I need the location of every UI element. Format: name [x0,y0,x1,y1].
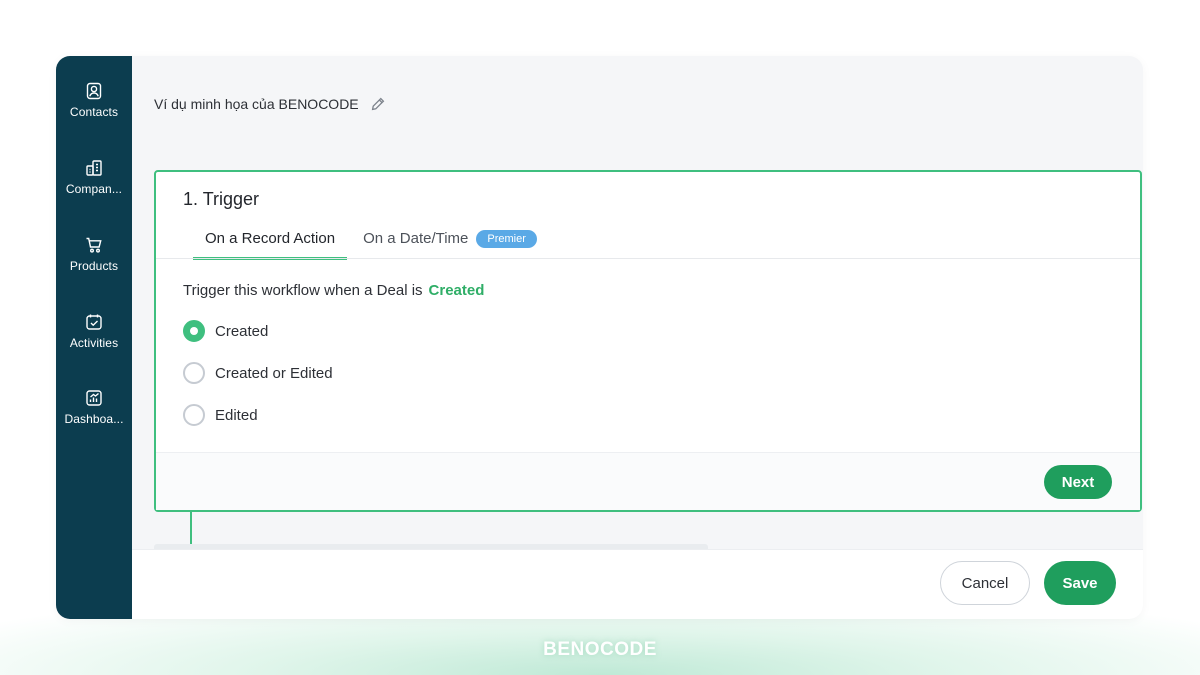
app-window: Contacts Compan... Products Activities D… [56,56,1143,619]
radio-option-created-or-edited[interactable]: Created or Edited [183,362,333,384]
building-icon [86,160,102,176]
sidebar-item-label: Contacts [69,105,119,119]
radio-label: Created [215,322,269,340]
sidebar-item-label: Compan... [65,182,123,196]
calendar-check-icon [86,314,102,330]
radio-option-created[interactable]: Created [183,320,268,342]
sidebar-item-activities[interactable]: Activities [56,313,132,350]
trigger-card-footer: Next [156,452,1140,510]
sidebar-item-label: Dashboa... [64,412,124,426]
benocode-watermark: BENOCODE [543,639,657,660]
sidebar-item-dashboards[interactable]: Dashboa... [56,389,132,426]
pencil-icon[interactable] [370,96,386,112]
trigger-tabs: On a Record Action On a Date/Time Premie… [193,220,537,260]
sidebar: Contacts Compan... Products Activities D… [56,56,132,619]
sidebar-item-label: Products [69,259,119,273]
save-button[interactable]: Save [1044,561,1116,605]
tab-divider [156,258,1140,259]
premier-badge: Premier [476,229,537,248]
cancel-button[interactable]: Cancel [940,561,1030,605]
radio-button[interactable] [183,320,205,342]
cart-icon [86,237,102,253]
step-connector [190,512,192,546]
action-bar: Cancel Save [132,549,1143,619]
main-content: Ví dụ minh họa của BENOCODE 1. Trigger O… [132,56,1143,619]
radio-button[interactable] [183,404,205,426]
tab-record-action[interactable]: On a Record Action [193,220,348,260]
radio-button[interactable] [183,362,205,384]
tab-date-time[interactable]: On a Date/Time Premier [363,220,537,260]
trigger-title: 1. Trigger [183,189,260,209]
sidebar-item-contacts[interactable]: Contacts [56,82,132,119]
trigger-selected-value: Created [428,282,485,299]
sidebar-item-companies[interactable]: Compan... [56,159,132,196]
next-button[interactable]: Next [1044,465,1112,499]
contact-icon [86,82,102,100]
trigger-description: Trigger this workflow when a Deal is Crea… [183,282,484,299]
radio-option-edited[interactable]: Edited [183,404,258,426]
page-title-row: Ví dụ minh họa của BENOCODE [154,96,386,112]
tab-date-time-label: On a Date/Time [363,230,469,247]
sidebar-item-products[interactable]: Products [56,236,132,273]
trigger-description-text: Trigger this workflow when a Deal is [183,282,423,299]
sidebar-item-label: Activities [69,336,119,350]
chart-icon [86,390,102,406]
radio-label: Edited [215,406,258,424]
page-title: Ví dụ minh họa của BENOCODE [154,96,359,112]
trigger-card: 1. Trigger On a Record Action On a Date/… [154,170,1142,512]
radio-label: Created or Edited [215,364,333,382]
